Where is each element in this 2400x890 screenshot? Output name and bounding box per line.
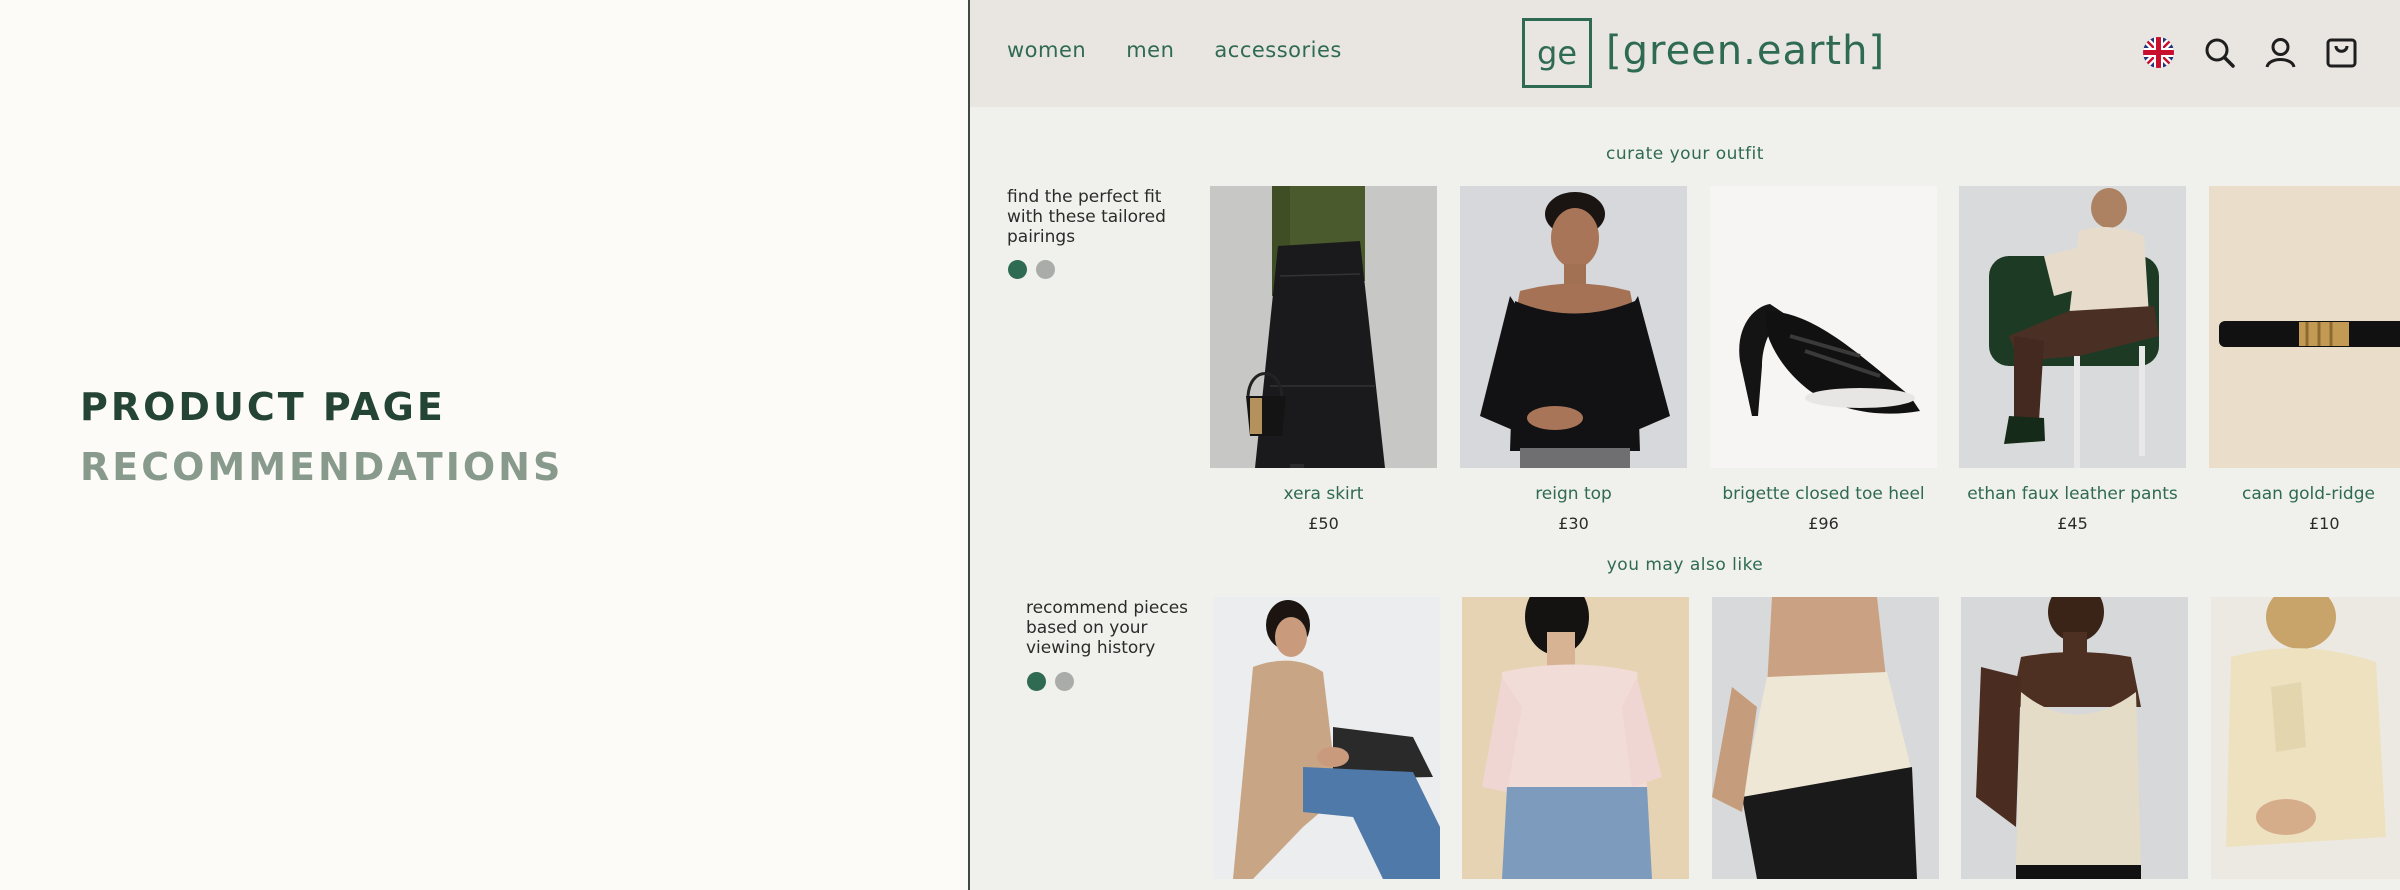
recommendation-card[interactable] [2211,597,2400,879]
product-price: £30 [1558,514,1589,533]
product-image[interactable] [2211,597,2400,879]
uk-flag-icon[interactable] [2142,36,2175,69]
main-nav: women men accessories [1007,38,1342,62]
product-price: £50 [1308,514,1339,533]
product-image[interactable] [1710,186,1937,468]
nav-men[interactable]: men [1126,38,1174,62]
product-name[interactable]: ethan faux leather pants [1959,484,2186,504]
product-image[interactable] [1712,597,1939,879]
product-image[interactable] [2209,186,2400,468]
also-like-pager [1027,672,1074,691]
account-icon[interactable] [2264,36,2297,69]
product-image[interactable] [1213,597,1440,879]
product-image[interactable] [1210,186,1437,468]
product-price: £96 [1808,514,1839,533]
recommendation-card[interactable] [1712,597,1939,879]
product-image[interactable] [1959,186,2186,468]
product-name[interactable]: reign top [1460,484,1687,504]
product-card[interactable]: xera skirt £50 [1210,186,1437,533]
site-header: women men accessories ge [green.earth] [970,0,2400,107]
logo-mark[interactable]: ge [1522,18,1592,88]
search-icon[interactable] [2203,36,2236,69]
bag-icon[interactable] [2325,36,2358,69]
slide-panel: PRODUCT PAGE RECOMMENDATIONS [0,0,968,890]
product-name[interactable]: xera skirt [1210,484,1437,504]
pager-dot-active[interactable] [1008,260,1027,279]
also-like-section-title: you may also like [1606,555,1764,575]
product-card[interactable]: caan gold-ridge £10 [2209,186,2400,533]
nav-accessories[interactable]: accessories [1214,38,1341,62]
recommendation-card[interactable] [1462,597,1689,879]
logo-text[interactable]: [green.earth] [1606,28,1885,74]
product-price: £45 [2057,514,2088,533]
website-mockup: women men accessories ge [green.earth] c… [970,0,2400,890]
outfit-section-title: curate your outfit [1606,144,1764,164]
product-image[interactable] [1460,186,1687,468]
slide-title-line2: RECOMMENDATIONS [80,445,564,489]
pager-dot-active[interactable] [1027,672,1046,691]
product-card[interactable]: reign top £30 [1460,186,1687,533]
product-card[interactable]: brigette closed toe heel £96 [1710,186,1937,533]
recommendation-card[interactable] [1961,597,2188,879]
header-icons [2142,36,2358,69]
product-image[interactable] [1462,597,1689,879]
also-like-description: recommend pieces based on your viewing h… [1026,598,1189,658]
product-card[interactable]: ethan faux leather pants £45 [1959,186,2186,533]
product-image[interactable] [1961,597,2188,879]
product-name[interactable]: brigette closed toe heel [1710,484,1937,504]
product-price: £10 [2309,514,2340,533]
pager-dot[interactable] [1036,260,1055,279]
product-name[interactable]: caan gold-ridge [2209,484,2400,504]
recommendation-card[interactable] [1213,597,1440,879]
nav-women[interactable]: women [1007,38,1086,62]
pager-dot[interactable] [1055,672,1074,691]
outfit-description: find the perfect fit with these tailored… [1007,187,1166,247]
outfit-pager [1008,260,1055,279]
slide-title-line1: PRODUCT PAGE [80,385,446,429]
